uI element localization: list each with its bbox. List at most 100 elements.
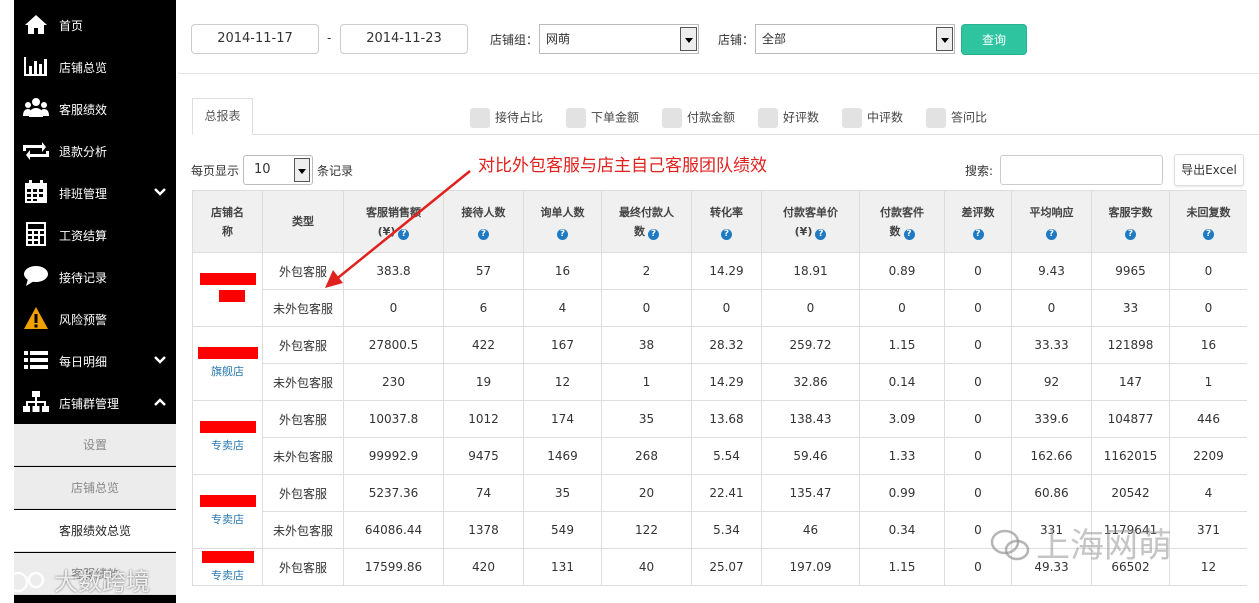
- table-cell: 422: [443, 326, 524, 364]
- help-icon[interactable]: ?: [1203, 228, 1214, 240]
- column-header[interactable]: 客服销售额 (¥)?: [343, 190, 444, 253]
- column-header-label: 客服销售额: [366, 205, 421, 219]
- table-row[interactable]: 外包客服 383.8 57 16 2 14.29 18.91 0.89 0 9.43 9965 0: [192, 252, 1247, 327]
- sidebar-item-reception-log[interactable]: 接待记录: [14, 255, 176, 297]
- sidebar-subitem-cs-performance-overview[interactable]: 客服绩效总览: [14, 510, 176, 552]
- column-header-label: 转化率: [710, 205, 743, 219]
- sidebar-item-store-overview[interactable]: 店铺总览: [14, 45, 176, 87]
- checkbox-box[interactable]: [842, 108, 862, 128]
- column-header[interactable]: 店铺名称: [192, 190, 263, 253]
- help-icon[interactable]: ?: [648, 228, 659, 240]
- help-icon[interactable]: ?: [903, 228, 915, 240]
- table-cell: 268: [601, 437, 692, 475]
- help-icon[interactable]: ?: [1046, 228, 1057, 240]
- type-cell: 未外包客服: [262, 437, 344, 475]
- sidebar-item-salary[interactable]: 工资结算: [14, 213, 176, 255]
- checkbox-box[interactable]: [470, 108, 490, 128]
- sidebar-item-home[interactable]: 首页: [14, 3, 176, 45]
- column-header[interactable]: 询单人数?: [523, 190, 602, 253]
- column-header[interactable]: 平均响应?: [1011, 190, 1092, 253]
- dropdown-arrow-icon[interactable]: [294, 158, 310, 182]
- dropdown-arrow-icon[interactable]: [680, 27, 697, 51]
- checkbox-box[interactable]: [926, 108, 946, 128]
- help-icon[interactable]: ?: [1125, 228, 1136, 240]
- metric-checkbox-answer-ratio[interactable]: 答问比: [926, 108, 987, 128]
- checkbox-box[interactable]: [662, 108, 682, 128]
- table-row[interactable]: 专卖店 外包客服 5237.36 74 35 20 22.41 135.47 0.99 0 60.8…: [192, 474, 1247, 549]
- table-cell: 9475: [443, 437, 524, 475]
- type-cell: 未外包客服: [262, 511, 344, 549]
- help-icon[interactable]: ?: [557, 228, 568, 240]
- store-name-cell[interactable]: 专卖店: [192, 400, 263, 475]
- table-cell: 383.8: [343, 252, 444, 290]
- table-cell: 121898: [1091, 326, 1170, 364]
- help-icon[interactable]: ?: [972, 228, 984, 240]
- table-row[interactable]: 专卖店 外包客服 10037.8 1012 174 35 13.68 138.43 3.09 0 3…: [192, 400, 1247, 475]
- metric-checkbox-payment-amount[interactable]: 付款金额: [662, 108, 735, 128]
- column-header[interactable]: 接待人数?: [443, 190, 524, 253]
- column-header[interactable]: 最终付款人数?: [601, 190, 692, 253]
- table-cell: 33: [1091, 289, 1170, 327]
- chevron-down-icon: [154, 188, 166, 196]
- column-header[interactable]: 客服字数?: [1091, 190, 1170, 253]
- column-header[interactable]: 未回复数?: [1169, 190, 1247, 253]
- sidebar-item-label: 退款分析: [59, 145, 108, 159]
- sidebar-item-risk-alert[interactable]: 风险预警: [14, 297, 176, 339]
- help-icon[interactable]: ?: [815, 228, 827, 240]
- store-name-suffix[interactable]: 专卖店: [211, 513, 244, 526]
- store-select[interactable]: 全部: [755, 24, 955, 54]
- column-header[interactable]: 差评数?: [944, 190, 1012, 253]
- table-cell: 0: [761, 289, 860, 327]
- export-excel-button[interactable]: 导出Excel: [1174, 154, 1244, 186]
- table-row[interactable]: 未外包客服 99992.9 9475 1469 268 5.54 59.46 1.33 0 162…: [193, 437, 1247, 475]
- page-size-select[interactable]: 10: [243, 155, 313, 185]
- metric-checkbox-positive-reviews[interactable]: 好评数: [758, 108, 819, 128]
- chat-bubble-icon: [24, 266, 48, 286]
- sidebar-item-schedule[interactable]: 排班管理: [14, 171, 176, 213]
- search-input[interactable]: [1000, 155, 1163, 185]
- tab-total-report[interactable]: 总报表: [192, 98, 253, 135]
- start-date-input[interactable]: 2014-11-17: [191, 24, 319, 54]
- table-row[interactable]: 旗舰店 外包客服 27800.5 422 167 38 28.32 259.72 1.15 0 33…: [192, 326, 1247, 401]
- table-cell: 27800.5: [343, 326, 444, 364]
- sidebar-item-cs-performance[interactable]: 客服绩效: [14, 87, 176, 129]
- store-name-suffix[interactable]: 专卖店: [211, 439, 244, 452]
- checkbox-box[interactable]: [566, 108, 586, 128]
- sidebar-item-daily-detail[interactable]: 每日明细: [14, 339, 176, 381]
- table-cell: 16: [523, 252, 602, 290]
- store-name-suffix[interactable]: 专卖店: [211, 569, 244, 582]
- sidebar-subitem-store-overview[interactable]: 店铺总览: [14, 467, 176, 509]
- divider: [178, 73, 1259, 74]
- sidebar-item-label: 风险预警: [59, 313, 108, 327]
- table-cell: 2: [601, 252, 692, 290]
- store-name-cell[interactable]: [192, 252, 263, 327]
- column-header[interactable]: 付款客单价 (¥)?: [761, 190, 860, 253]
- store-name-cell[interactable]: 旗舰店: [192, 326, 263, 401]
- store-name-suffix[interactable]: 旗舰店: [211, 365, 244, 378]
- column-header[interactable]: 付款客件数?: [859, 190, 945, 253]
- sidebar-item-store-group-mgmt[interactable]: 店铺群管理: [14, 381, 176, 423]
- store-group-select[interactable]: 网萌: [539, 24, 699, 54]
- metric-checkbox-neutral-reviews[interactable]: 中评数: [842, 108, 903, 128]
- store-name-cell[interactable]: 专卖店: [192, 474, 263, 549]
- checkbox-box[interactable]: [758, 108, 778, 128]
- help-icon[interactable]: ?: [721, 228, 732, 240]
- column-header-label: 付款客单价: [783, 205, 838, 219]
- help-icon[interactable]: ?: [478, 228, 489, 240]
- metric-checkbox-order-amount[interactable]: 下单金额: [566, 108, 639, 128]
- dropdown-arrow-icon[interactable]: [936, 27, 953, 51]
- sidebar-subitem-settings[interactable]: 设置: [14, 424, 176, 466]
- metric-checkbox-reception-ratio[interactable]: 接待占比: [470, 108, 543, 128]
- end-date-input[interactable]: 2014-11-23: [340, 24, 468, 54]
- column-header[interactable]: 转化率?: [691, 190, 762, 253]
- help-icon[interactable]: ?: [398, 228, 410, 240]
- store-name-cell[interactable]: 专卖店: [192, 548, 263, 586]
- table-cell: 4: [523, 289, 602, 327]
- table-row[interactable]: 未外包客服 0 6 4 0 0 0 0 0 0 33 0: [193, 289, 1247, 327]
- column-header[interactable]: 类型: [262, 190, 344, 253]
- table-cell: 17599.86: [343, 548, 444, 586]
- sidebar-item-refund-analysis[interactable]: 退款分析: [14, 129, 176, 171]
- table-cell: 13.68: [691, 400, 762, 438]
- table-row[interactable]: 未外包客服 230 19 12 1 14.29 32.86 0.14 0 92 147 1: [193, 363, 1247, 401]
- query-button[interactable]: 查询: [961, 24, 1027, 55]
